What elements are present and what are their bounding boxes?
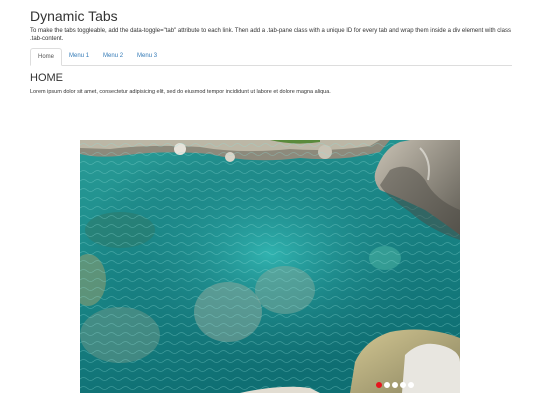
- page-title: Dynamic Tabs: [30, 8, 118, 24]
- carousel-indicator-4[interactable]: [400, 382, 406, 388]
- tab-menu-3[interactable]: Menu 3: [130, 48, 164, 65]
- tab-menu-2[interactable]: Menu 2: [96, 48, 130, 65]
- carousel-indicator-3[interactable]: [392, 382, 398, 388]
- carousel-indicator-2[interactable]: [384, 382, 390, 388]
- carousel-indicators: [376, 382, 414, 388]
- tab-bar: Home Menu 1 Menu 2 Menu 3: [30, 48, 512, 66]
- carousel-indicator-1[interactable]: [376, 382, 382, 388]
- carousel-slide-image: [80, 140, 460, 393]
- tab-pane-text: Lorem ipsum dolor sit amet, consectetur …: [30, 89, 331, 95]
- tab-home[interactable]: Home: [30, 48, 63, 66]
- tab-pane-title: HOME: [30, 72, 63, 84]
- image-carousel[interactable]: [80, 140, 460, 393]
- page-description: To make the tabs toggleable, add the dat…: [30, 28, 511, 42]
- carousel-indicator-5[interactable]: [408, 382, 414, 388]
- tab-menu-1[interactable]: Menu 1: [62, 48, 96, 65]
